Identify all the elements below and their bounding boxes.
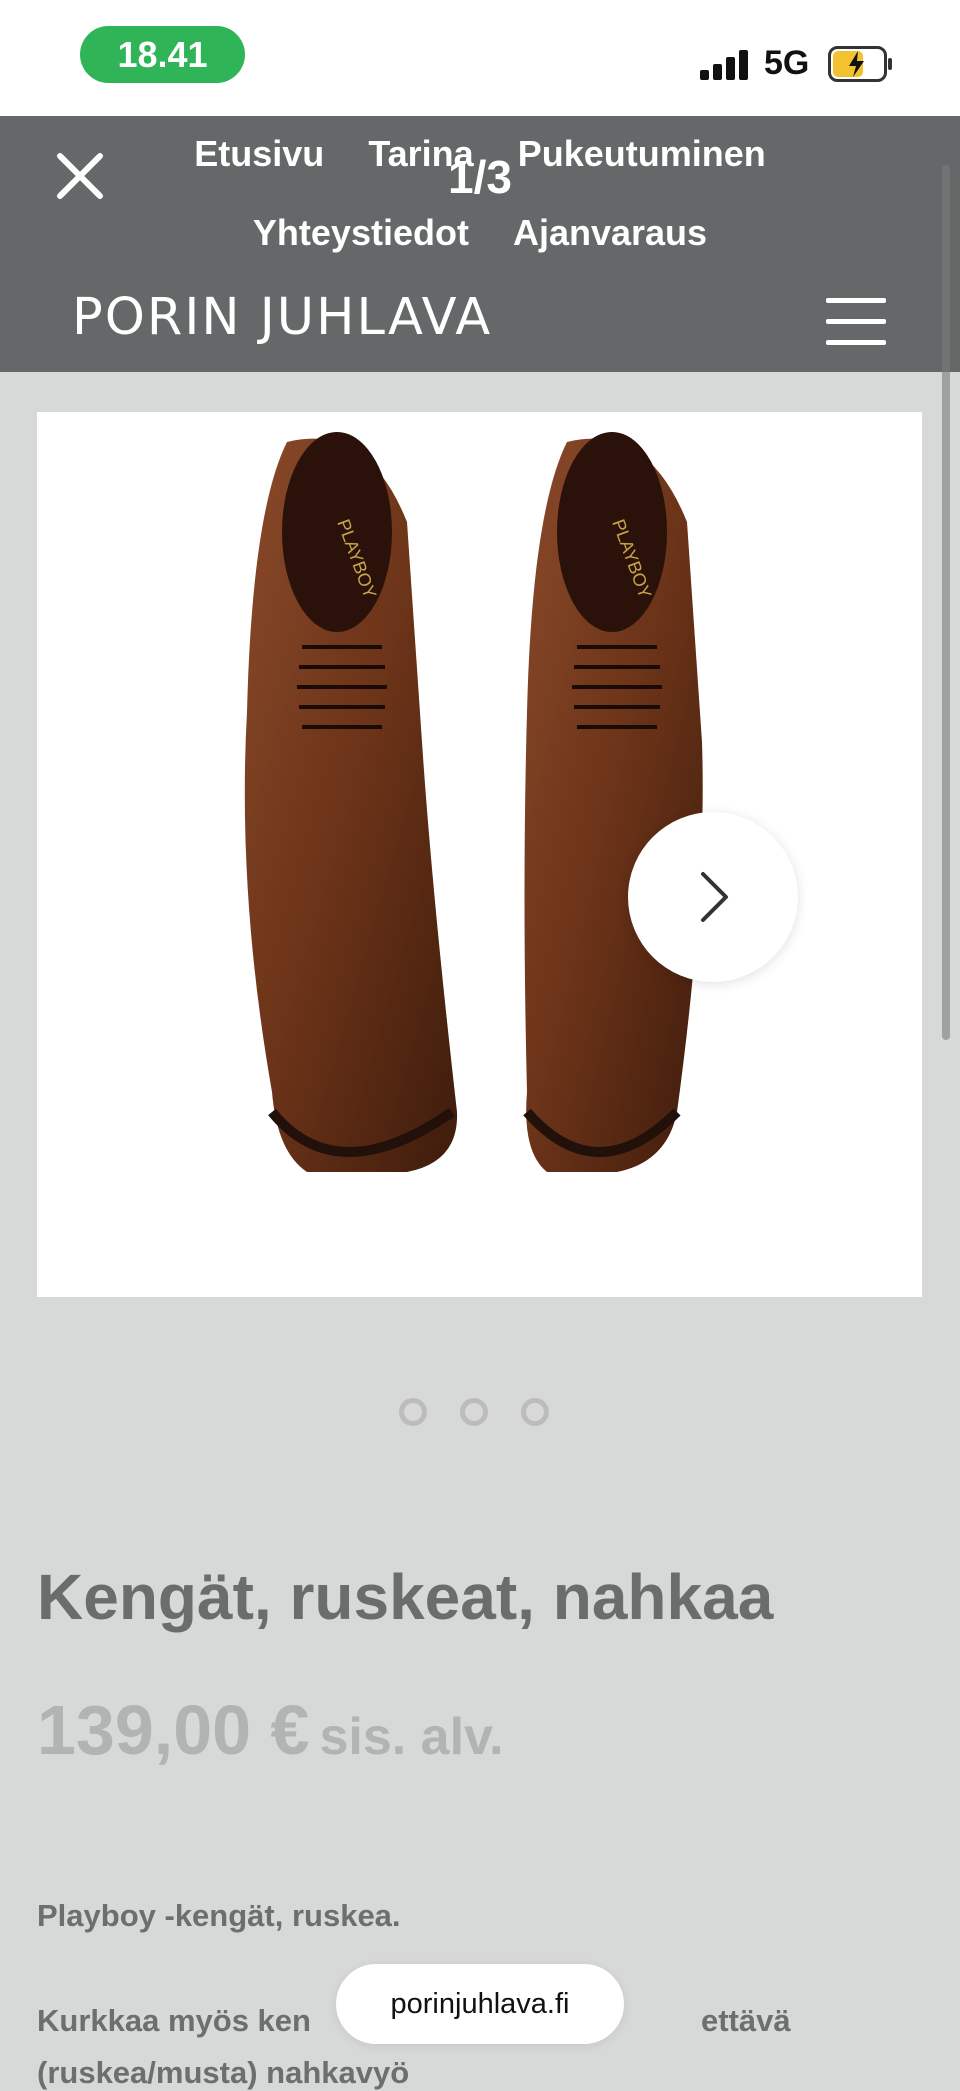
description-line-3: (ruskea/musta) nahkavyö (37, 2055, 410, 2090)
scrollbar[interactable] (942, 165, 950, 1040)
right-shoe: PLAYBOY (523, 432, 703, 1173)
nav-row-2: Yhteystiedot Ajanvaraus (0, 212, 960, 254)
description-line-2-end: ettävä (700, 2003, 791, 2038)
gallery-dots (399, 1398, 561, 1438)
next-image-button[interactable] (628, 812, 798, 982)
status-bar: 18.41 5G (0, 0, 960, 116)
browser-url-bar[interactable]: porinjuhlava.fi (336, 1964, 624, 2044)
gallery-dot-3[interactable] (521, 1398, 549, 1426)
hamburger-menu-icon[interactable] (826, 298, 886, 346)
nav-item-etusivu[interactable]: Etusivu (194, 133, 324, 174)
left-shoe: PLAYBOY (244, 432, 458, 1173)
price-value: 139,00 € (37, 1691, 310, 1769)
site-logo[interactable]: PORIN JUHLAVA (72, 288, 492, 347)
image-counter: 1/3 (448, 151, 512, 203)
network-type: 5G (764, 44, 810, 82)
battery-charging-icon (828, 46, 892, 82)
status-time: 18.41 (80, 26, 245, 83)
gallery-dot-2[interactable] (460, 1398, 488, 1426)
description-line-1: Playboy -kengät, ruskea. (37, 1898, 401, 1933)
signal-icon (700, 48, 750, 80)
nav-item-ajanvaraus[interactable]: Ajanvaraus (513, 212, 707, 253)
nav-item-yhteystiedot[interactable]: Yhteystiedot (253, 212, 469, 253)
gallery-dot-1[interactable] (399, 1398, 427, 1426)
product-title: Kengät, ruskeat, nahkaa (37, 1561, 774, 1633)
description-line-2-start: Kurkkaa myös ken (37, 2003, 311, 2038)
vat-note: sis. alv. (319, 1708, 504, 1766)
product-price: 139,00 € sis. alv. (37, 1690, 504, 1770)
nav-item-pukeutuminen[interactable]: Pukeutuminen (518, 133, 766, 174)
chevron-right-icon (701, 872, 728, 922)
